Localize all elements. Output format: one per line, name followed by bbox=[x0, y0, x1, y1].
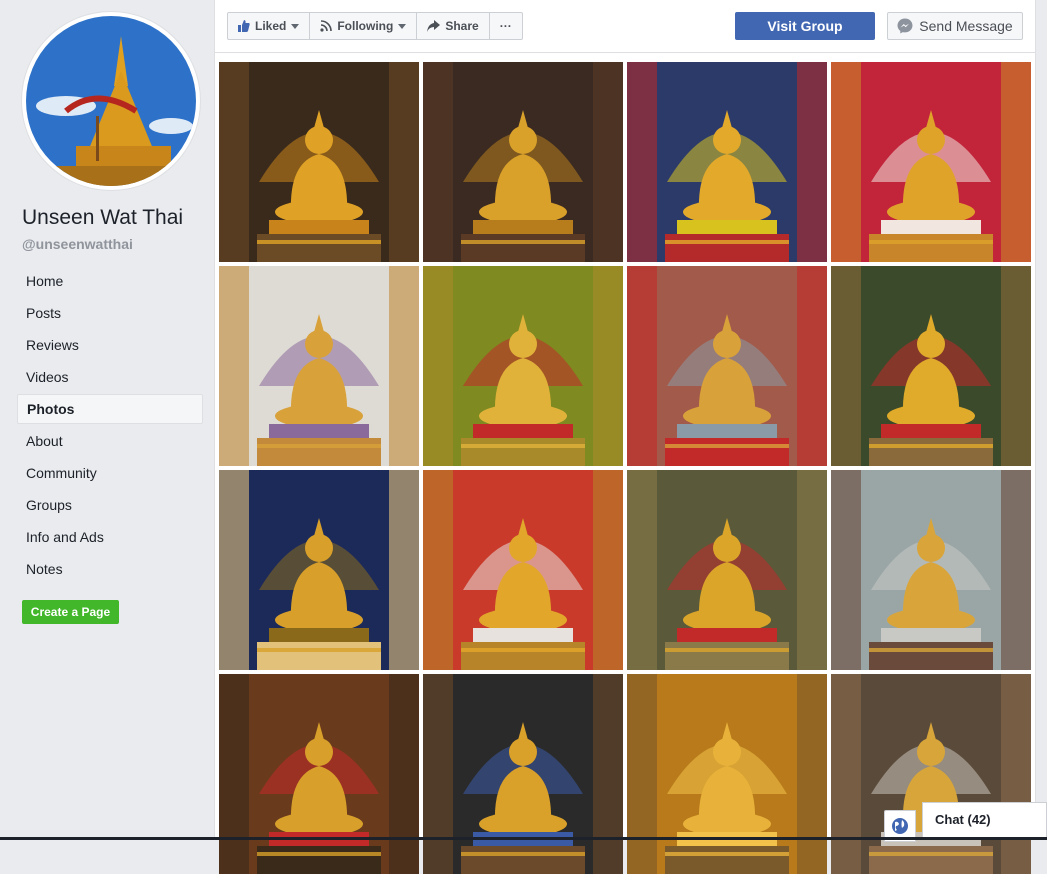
visit-group-button[interactable]: Visit Group bbox=[735, 12, 875, 40]
buddha-shrine-image bbox=[627, 674, 827, 874]
nav-item-home[interactable]: Home bbox=[17, 266, 203, 296]
more-options-button[interactable]: ··· bbox=[490, 13, 522, 39]
photo-thumbnail[interactable] bbox=[219, 266, 419, 466]
following-button[interactable]: Following bbox=[310, 13, 418, 39]
nav-item-reviews[interactable]: Reviews bbox=[17, 330, 203, 360]
buddha-shrine-image bbox=[423, 470, 623, 670]
main-content: Liked Following Share ··· Visit Group Se… bbox=[214, 0, 1036, 874]
buddha-shrine-image bbox=[627, 62, 827, 262]
page-action-buttons: Liked Following Share ··· bbox=[227, 12, 523, 40]
buddha-shrine-image bbox=[219, 470, 419, 670]
share-button[interactable]: Share bbox=[417, 13, 490, 39]
nav-item-notes[interactable]: Notes bbox=[17, 554, 203, 584]
photo-grid bbox=[219, 62, 1031, 874]
photo-thumbnail[interactable] bbox=[627, 674, 827, 874]
buddha-shrine-image bbox=[627, 266, 827, 466]
photo-thumbnail[interactable] bbox=[219, 674, 419, 874]
liked-label: Liked bbox=[255, 19, 287, 33]
photo-thumbnail[interactable] bbox=[219, 470, 419, 670]
photo-thumbnail[interactable] bbox=[831, 266, 1031, 466]
left-sidebar: Unseen Wat Thai @unseenwatthai Home Post… bbox=[0, 0, 212, 840]
buddha-shrine-image bbox=[423, 266, 623, 466]
photo-thumbnail[interactable] bbox=[423, 674, 623, 874]
photo-thumbnail[interactable] bbox=[831, 62, 1031, 262]
thumbs-up-icon bbox=[238, 20, 250, 32]
chat-tab[interactable]: Chat (42) bbox=[922, 802, 1047, 840]
profile-picture[interactable] bbox=[22, 12, 200, 190]
rss-icon bbox=[320, 20, 333, 32]
buddha-shrine-image bbox=[831, 62, 1031, 262]
buddha-shrine-image bbox=[831, 266, 1031, 466]
buddha-shrine-image bbox=[219, 266, 419, 466]
buddha-shrine-image bbox=[831, 674, 1031, 874]
page-title[interactable]: Unseen Wat Thai bbox=[22, 206, 183, 230]
nav-item-community[interactable]: Community bbox=[17, 458, 203, 488]
buddha-shrine-image bbox=[423, 674, 623, 874]
buddha-shrine-image bbox=[423, 62, 623, 262]
messenger-icon bbox=[897, 18, 913, 34]
photo-thumbnail[interactable] bbox=[423, 62, 623, 262]
nav-item-posts[interactable]: Posts bbox=[17, 298, 203, 328]
photo-thumbnail[interactable] bbox=[627, 266, 827, 466]
photo-thumbnail[interactable] bbox=[423, 266, 623, 466]
buddha-shrine-image bbox=[627, 470, 827, 670]
send-message-button[interactable]: Send Message bbox=[887, 12, 1023, 40]
buddha-shrine-image bbox=[219, 674, 419, 874]
photo-thumbnail[interactable] bbox=[219, 62, 419, 262]
nav-item-about[interactable]: About bbox=[17, 426, 203, 456]
photo-thumbnail[interactable] bbox=[831, 674, 1031, 874]
send-message-label: Send Message bbox=[919, 18, 1013, 34]
share-label: Share bbox=[445, 19, 479, 33]
chevron-down-icon bbox=[291, 23, 300, 29]
create-page-button[interactable]: Create a Page bbox=[22, 600, 119, 624]
nav-item-groups[interactable]: Groups bbox=[17, 490, 203, 520]
buddha-shrine-image bbox=[219, 62, 419, 262]
more-icon: ··· bbox=[499, 19, 512, 33]
photo-thumbnail[interactable] bbox=[831, 470, 1031, 670]
nav-item-photos[interactable]: Photos bbox=[17, 394, 203, 424]
photo-thumbnail[interactable] bbox=[423, 470, 623, 670]
photo-thumbnail[interactable] bbox=[627, 62, 827, 262]
buddha-shrine-image bbox=[831, 470, 1031, 670]
nav-item-info-and-ads[interactable]: Info and Ads bbox=[17, 522, 203, 552]
following-label: Following bbox=[337, 19, 394, 33]
action-bar: Liked Following Share ··· Visit Group Se… bbox=[215, 0, 1035, 53]
chevron-down-icon bbox=[398, 23, 407, 29]
share-arrow-icon bbox=[427, 20, 441, 32]
nav-item-videos[interactable]: Videos bbox=[17, 362, 203, 392]
profile-picture-image bbox=[26, 16, 196, 186]
globe-icon bbox=[892, 818, 908, 834]
page-handle[interactable]: @unseenwatthai bbox=[22, 236, 133, 252]
photo-thumbnail[interactable] bbox=[627, 470, 827, 670]
liked-button[interactable]: Liked bbox=[228, 13, 311, 39]
page-nav: Home Posts Reviews Videos Photos About C… bbox=[17, 266, 203, 586]
